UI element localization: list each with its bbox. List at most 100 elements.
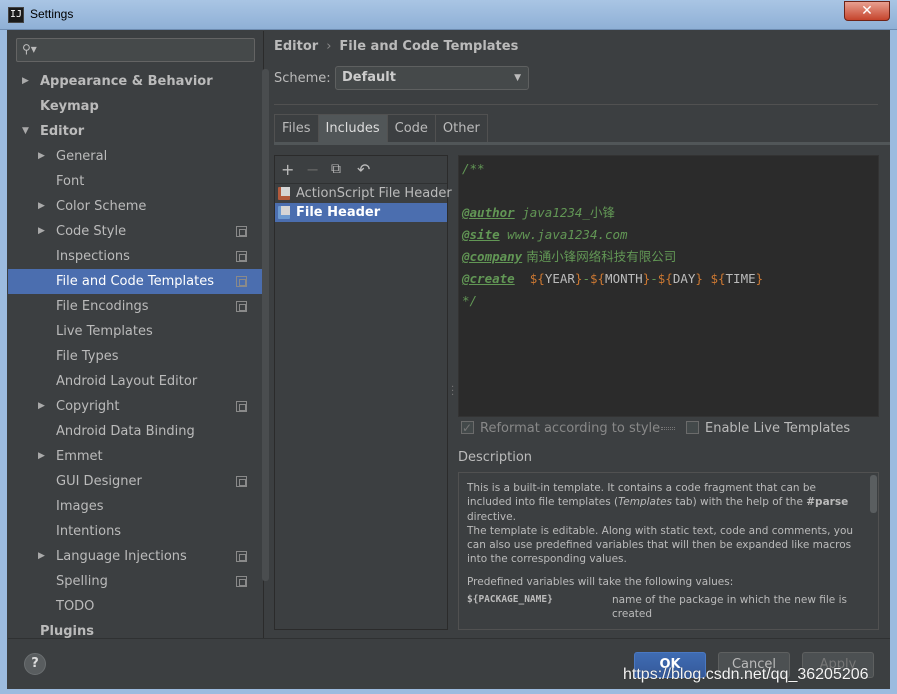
javadoc-value: 小锋 <box>589 205 615 220</box>
sidebar-item-label: Keymap <box>40 99 99 114</box>
reformat-checkbox[interactable]: Reformat according to style <box>461 418 660 439</box>
sidebar-item-label: Appearance & Behavior <box>40 74 213 89</box>
chevron-right-icon[interactable]: ▶ <box>38 444 45 469</box>
sidebar-item-gui-designer[interactable]: GUI Designer <box>8 469 264 494</box>
sidebar-item-code-style[interactable]: ▶ Code Style <box>8 219 264 244</box>
sidebar-item-copyright[interactable]: ▶ Copyright <box>8 394 264 419</box>
scheme-label: Scheme: <box>274 71 331 86</box>
sidebar-item-file-types[interactable]: File Types <box>8 344 264 369</box>
sidebar-item-todo[interactable]: TODO <box>8 594 264 619</box>
sidebar-item-language-injections[interactable]: ▶ Language Injections <box>8 544 264 569</box>
sidebar-item-label: Copyright <box>56 399 120 414</box>
description-scrollbar[interactable] <box>870 475 877 513</box>
chevron-right-icon[interactable]: ▶ <box>22 69 29 94</box>
template-list-item[interactable]: File Header <box>275 203 447 222</box>
template-variable: TIME <box>725 271 756 286</box>
tab-other[interactable]: Other <box>434 114 488 142</box>
sidebar-item-editor[interactable]: ▼ Editor <box>8 119 264 144</box>
remove-template-button[interactable]: − <box>306 160 319 179</box>
window-title: Settings <box>30 7 74 21</box>
project-scope-icon <box>236 576 247 587</box>
sidebar-item-images[interactable]: Images <box>8 494 264 519</box>
javadoc-tag: @site <box>462 227 500 242</box>
chevron-right-icon[interactable]: ▶ <box>38 394 45 419</box>
breadcrumb-current: File and Code Templates <box>339 39 519 54</box>
sidebar-item-keymap[interactable]: Keymap <box>8 94 264 119</box>
search-icon: ⚲▾ <box>22 42 37 56</box>
reset-template-button[interactable]: ↶ <box>357 160 370 179</box>
sidebar-item-label: GUI Designer <box>56 474 142 489</box>
project-scope-icon <box>236 401 247 412</box>
chevron-down-icon[interactable]: ▼ <box>22 119 29 144</box>
settings-tree: ▶ Appearance & Behavior Keymap ▼ Editor ▶ Gene… <box>8 69 264 644</box>
template-code-editor[interactable]: /** @author java1234_小锋 @site www.java12… <box>458 155 879 417</box>
live-templates-checkbox[interactable]: Enable Live Templates <box>686 419 850 439</box>
live-templates-label: Enable Live Templates <box>705 421 851 436</box>
sidebar-item-general[interactable]: ▶ General <box>8 144 264 169</box>
close-window-button[interactable]: ✕ <box>844 1 890 21</box>
tab-includes[interactable]: Includes <box>317 114 388 142</box>
sidebar-item-file-and-code-templates[interactable]: File and Code Templates <box>8 269 264 294</box>
breadcrumb-separator: › <box>326 39 332 54</box>
javadoc-tag: @company <box>462 249 523 264</box>
settings-sidebar: ⚲▾ ▶ Appearance & Behavior Keymap ▼ Editor ▶ G… <box>8 31 269 639</box>
title-bar: IJ Settings ✕ <box>0 0 897 30</box>
sidebar-item-android-layout-editor[interactable]: Android Layout Editor <box>8 369 264 394</box>
tab-files[interactable]: Files <box>274 114 319 142</box>
description-panel: This is a built-in template. It contains… <box>458 472 879 630</box>
project-scope-icon <box>236 251 247 262</box>
checkbox-box <box>461 418 474 438</box>
settings-search-input[interactable]: ⚲▾ <box>16 38 255 62</box>
breadcrumb-parent[interactable]: Editor <box>274 39 318 54</box>
dialog-footer: ? OK Cancel Apply https://blog.csdn.net/… <box>8 638 890 689</box>
sidebar-item-color-scheme[interactable]: ▶ Color Scheme <box>8 194 264 219</box>
sidebar-item-label: Emmet <box>56 449 103 464</box>
watermark: https://blog.csdn.net/qq_36205206 <box>623 666 869 683</box>
add-template-button[interactable]: + <box>281 160 294 179</box>
description-text: The template is editable. Along with sta… <box>467 524 854 566</box>
intellij-app-icon: IJ <box>8 7 24 23</box>
project-scope-icon <box>236 276 247 287</box>
sidebar-item-label: Intentions <box>56 524 122 539</box>
breadcrumb: Editor › File and Code Templates <box>274 39 518 54</box>
sidebar-item-label: Images <box>56 499 104 514</box>
chevron-right-icon[interactable]: ▶ <box>38 194 45 219</box>
sidebar-item-label: Live Templates <box>56 324 153 339</box>
chevron-right-icon[interactable]: ▶ <box>38 544 45 569</box>
description-text: This is a built-in template. It contains… <box>467 482 849 523</box>
sidebar-item-live-templates[interactable]: Live Templates <box>8 319 264 344</box>
variable-description: name of the package in which the new fil… <box>612 594 847 621</box>
scheme-dropdown[interactable]: Default ▼ <box>335 66 529 90</box>
resize-grip[interactable] <box>661 427 675 430</box>
sidebar-item-label: Android Data Binding <box>56 424 195 439</box>
variable-row: ${PACKAGE_NAME} name of the package in w… <box>467 593 864 623</box>
sidebar-item-emmet[interactable]: ▶ Emmet <box>8 444 264 469</box>
template-list-item[interactable]: ActionScript File Header <box>275 184 452 203</box>
divider <box>274 104 878 105</box>
sidebar-item-file-encodings[interactable]: File Encodings <box>8 294 264 319</box>
scheme-value: Default <box>342 70 396 85</box>
javadoc-tag: @author <box>462 205 515 220</box>
copy-template-button[interactable]: ⧉ <box>331 161 341 177</box>
template-list: ActionScript File Header File Header <box>275 184 452 222</box>
sidebar-item-inspections[interactable]: Inspections <box>8 244 264 269</box>
splitter-handle[interactable]: · · · <box>451 383 454 401</box>
sidebar-item-intentions[interactable]: Intentions <box>8 519 264 544</box>
help-button[interactable]: ? <box>24 653 46 675</box>
chevron-right-icon[interactable]: ▶ <box>38 144 45 169</box>
sidebar-item-label: Inspections <box>56 249 130 264</box>
sidebar-item-font[interactable]: Font <box>8 169 264 194</box>
tab-code[interactable]: Code <box>386 114 436 142</box>
sidebar-item-label: File Types <box>56 349 119 364</box>
sidebar-item-label: Code Style <box>56 224 127 239</box>
sidebar-item-spelling[interactable]: Spelling <box>8 569 264 594</box>
project-scope-icon <box>236 551 247 562</box>
sidebar-item-appearance-behavior[interactable]: ▶ Appearance & Behavior <box>8 69 264 94</box>
chevron-right-icon[interactable]: ▶ <box>38 219 45 244</box>
sidebar-item-label: TODO <box>56 599 95 614</box>
sidebar-item-label: Font <box>56 174 85 189</box>
template-toolbar: + − ⧉ ↶ <box>275 156 447 184</box>
sidebar-item-android-data-binding[interactable]: Android Data Binding <box>8 419 264 444</box>
project-scope-icon <box>236 301 247 312</box>
description-title: Description <box>458 450 533 465</box>
